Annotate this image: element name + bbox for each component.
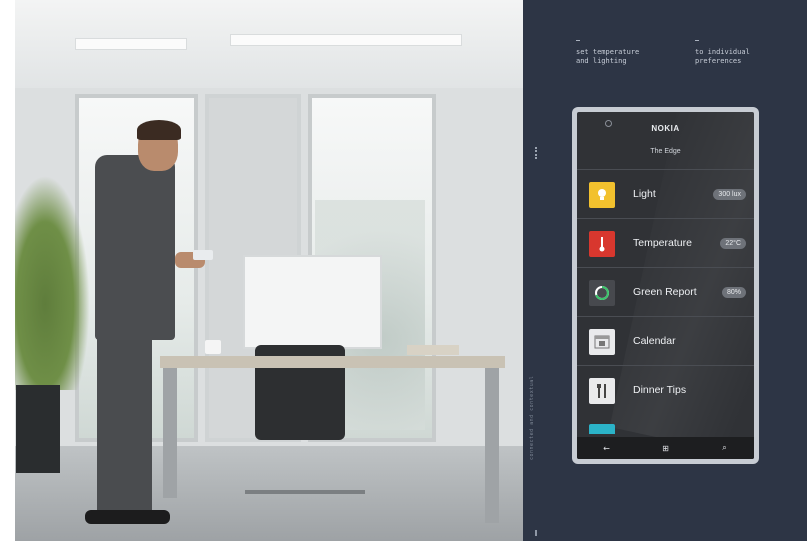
list-item-dinner-tips[interactable]: Dinner Tips [577,365,754,414]
chair-base [245,440,365,494]
thermometer-icon [589,231,615,257]
list-item-label: Dinner Tips [633,384,687,396]
list-item-label: Temperature [633,237,692,249]
man-legs [97,335,152,515]
phone-brand: NOKIA [651,124,680,133]
list-item-light[interactable]: Light 300 lux [577,169,754,218]
ring-icon [589,280,615,306]
lightbulb-icon [589,182,615,208]
side-mark [535,530,537,536]
side-vertical-text: connected and contextual [529,375,535,460]
list-item-peek[interactable] [589,424,615,434]
side-dots [535,147,539,159]
caption-dash [576,40,580,41]
handheld-device [193,250,213,260]
settings-list: Light 300 lux Temperature 22°C Green Rep… [577,169,754,414]
caption-right: to individual preferences [695,48,750,65]
list-item-calendar[interactable]: Calendar [577,316,754,365]
screen: set temperature and lighting to individu… [0,0,807,541]
books [407,345,459,355]
plant-pot [16,385,60,473]
value-badge: 22°C [720,238,746,249]
value-badge: 300 lux [713,189,746,200]
windows-icon[interactable]: ⊞ [651,444,681,453]
list-item-temperature[interactable]: Temperature 22°C [577,218,754,267]
plant-leaves [15,175,90,390]
list-item-label: Green Report [633,286,697,298]
desk-leg [163,368,177,498]
desk-monitor [243,255,382,349]
list-item-green-report[interactable]: Green Report 80% [577,267,754,316]
ceiling-light [75,38,187,50]
man-shoes [85,510,170,524]
value-badge: 80% [721,287,746,298]
man-body [95,155,175,340]
phone-navbar: ← ⊞ ⌕ [577,437,754,459]
info-panel: set temperature and lighting to individu… [523,0,807,541]
app-subtitle: The Edge [650,148,681,155]
calendar-icon [589,329,615,355]
desk-leg [485,368,499,523]
ceiling-light [230,34,462,46]
list-item-label: Light [633,188,656,200]
cutlery-icon [589,378,615,404]
caption-left: set temperature and lighting [576,48,640,65]
back-arrow-icon[interactable]: ← [592,444,622,453]
cup [205,340,221,354]
phone: NOKIA The Edge Light 300 lux Temperature… [572,107,759,464]
office-photo [15,0,523,541]
desk-top [160,356,505,368]
search-icon[interactable]: ⌕ [710,443,740,453]
list-item-label: Calendar [633,335,676,347]
phone-screen: NOKIA The Edge Light 300 lux Temperature… [577,112,754,459]
caption-dash [695,40,699,41]
man-hair [137,120,181,140]
